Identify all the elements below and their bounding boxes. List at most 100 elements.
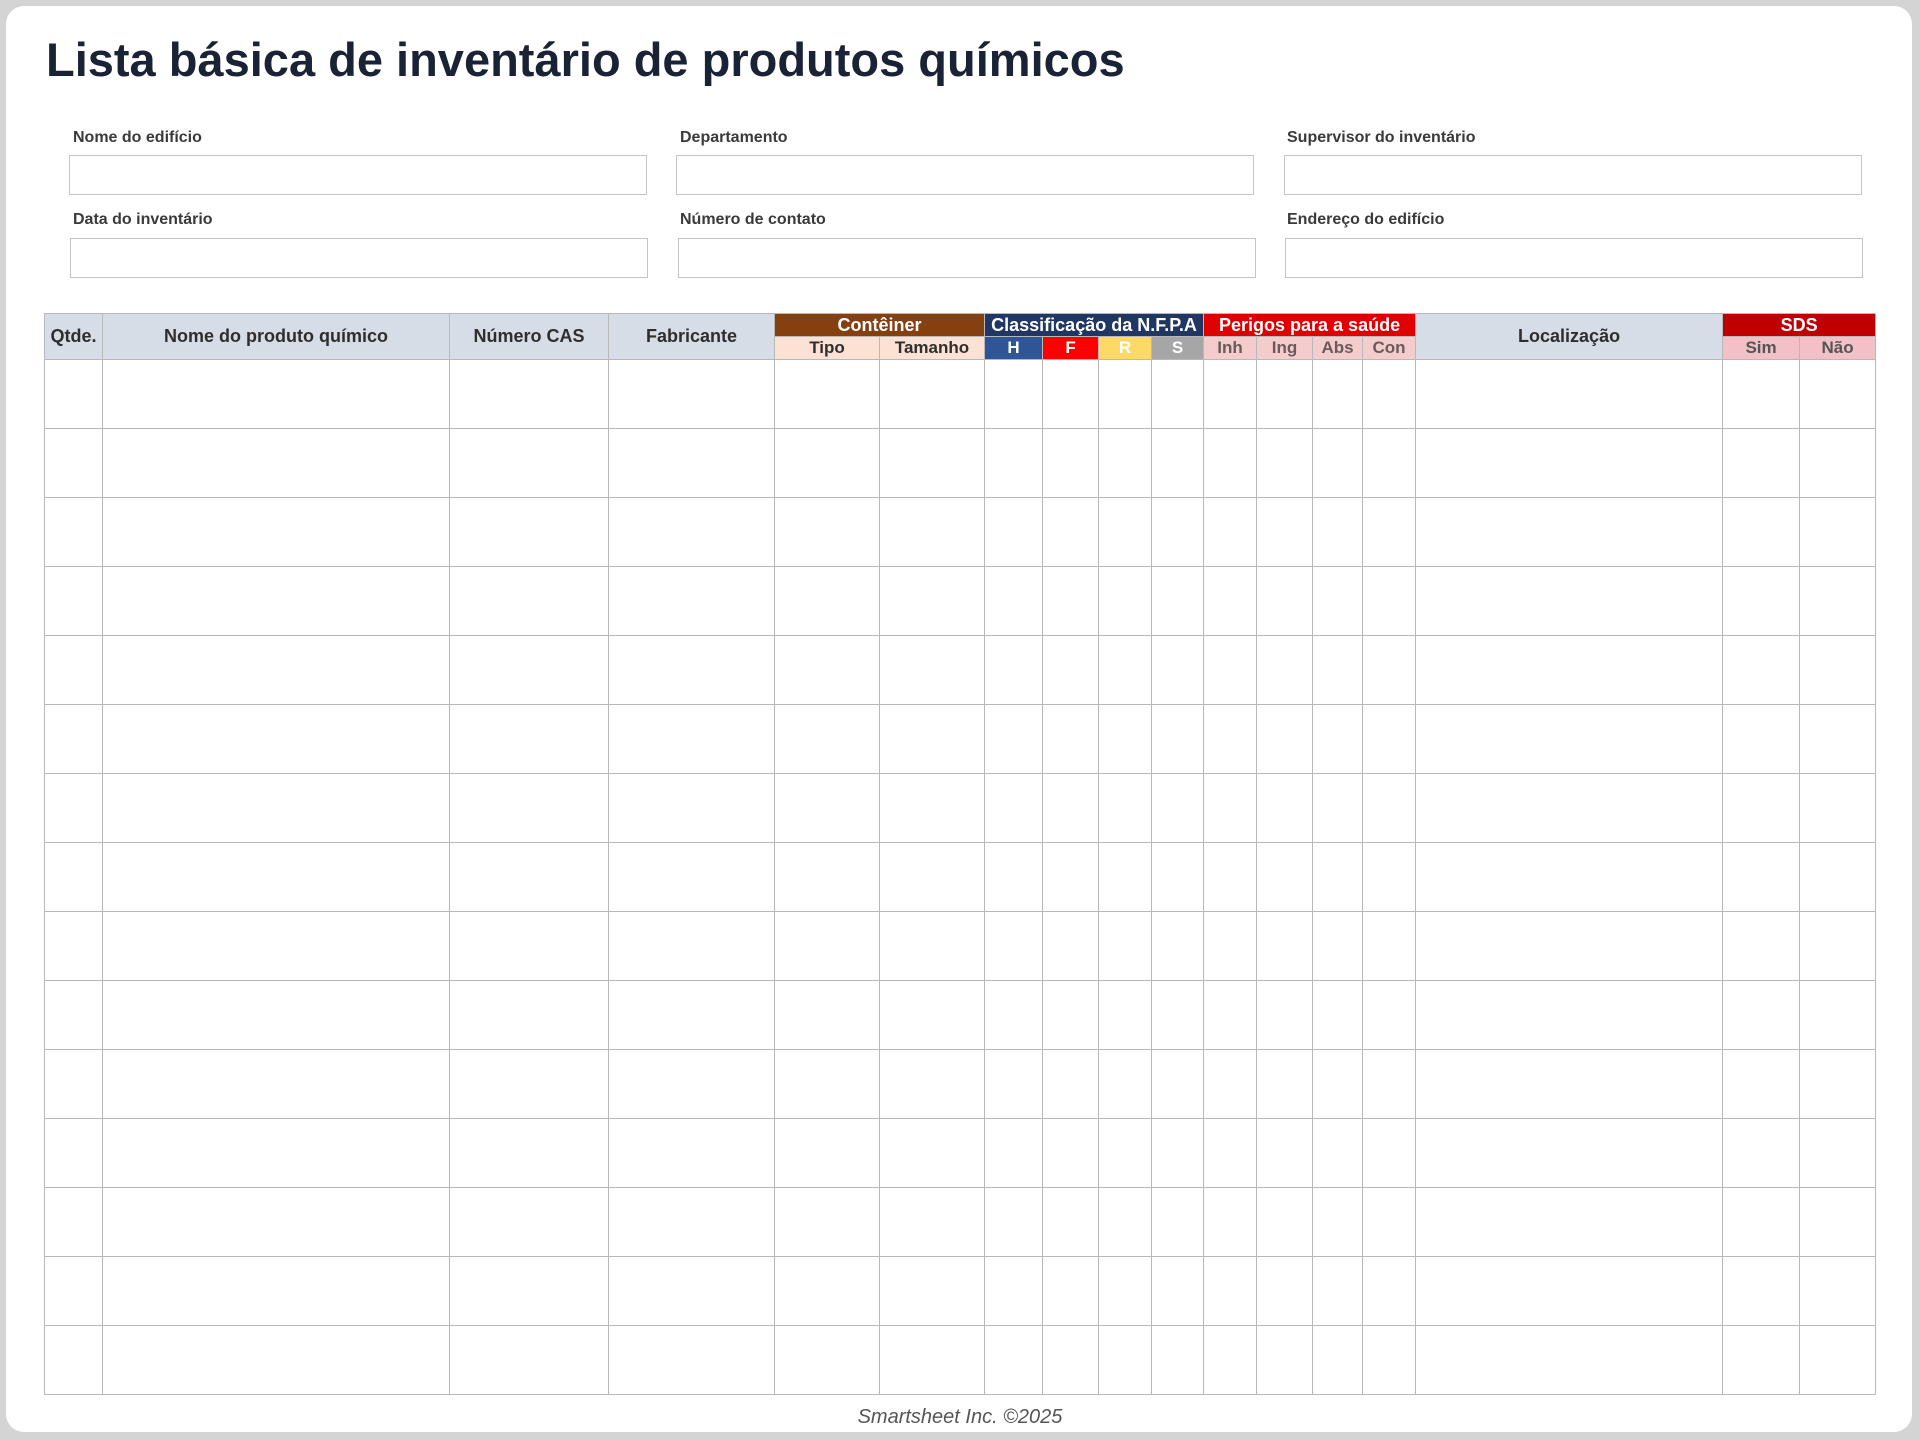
table-cell[interactable] (44, 566, 103, 636)
table-cell[interactable] (1256, 911, 1314, 981)
table-cell[interactable] (1098, 1118, 1153, 1188)
table-cell[interactable] (878, 428, 986, 498)
table-cell[interactable] (984, 359, 1044, 429)
table-cell[interactable] (878, 1256, 986, 1326)
table-cell[interactable] (1362, 1256, 1417, 1326)
table-cell[interactable] (1312, 1256, 1364, 1326)
table-cell[interactable] (1415, 428, 1724, 498)
table-cell[interactable] (608, 1325, 775, 1395)
table-cell[interactable] (44, 635, 103, 705)
table-cell[interactable] (1203, 704, 1258, 774)
table-cell[interactable] (1722, 1049, 1801, 1119)
table-cell[interactable] (878, 773, 986, 843)
table-cell[interactable] (1256, 497, 1314, 567)
table-cell[interactable] (1151, 842, 1205, 912)
table-cell[interactable] (774, 1256, 880, 1326)
table-cell[interactable] (608, 635, 775, 705)
table-cell[interactable] (44, 1187, 103, 1257)
table-cell[interactable] (1722, 1187, 1801, 1257)
table-cell[interactable] (608, 1187, 775, 1257)
table-cell[interactable] (1203, 911, 1258, 981)
table-cell[interactable] (1415, 911, 1724, 981)
table-cell[interactable] (44, 842, 103, 912)
table-cell[interactable] (1799, 704, 1877, 774)
table-cell[interactable] (1722, 635, 1801, 705)
table-cell[interactable] (984, 566, 1044, 636)
table-cell[interactable] (1799, 1118, 1877, 1188)
table-cell[interactable] (102, 1049, 450, 1119)
table-cell[interactable] (878, 1325, 986, 1395)
table-cell[interactable] (1415, 773, 1724, 843)
table-cell[interactable] (1098, 359, 1153, 429)
inventory-supervisor-field[interactable] (1284, 155, 1862, 195)
table-cell[interactable] (1362, 428, 1417, 498)
table-cell[interactable] (1415, 497, 1724, 567)
table-cell[interactable] (1362, 635, 1417, 705)
table-cell[interactable] (1722, 1325, 1801, 1395)
table-cell[interactable] (1415, 1325, 1724, 1395)
table-cell[interactable] (1362, 704, 1417, 774)
table-cell[interactable] (984, 428, 1044, 498)
table-cell[interactable] (1203, 980, 1258, 1050)
table-cell[interactable] (1256, 1118, 1314, 1188)
table-cell[interactable] (984, 1256, 1044, 1326)
table-cell[interactable] (608, 911, 775, 981)
table-cell[interactable] (1151, 1049, 1205, 1119)
table-cell[interactable] (1042, 704, 1100, 774)
table-cell[interactable] (1722, 1256, 1801, 1326)
table-cell[interactable] (774, 497, 880, 567)
table-cell[interactable] (1362, 566, 1417, 636)
table-cell[interactable] (1098, 704, 1153, 774)
table-cell[interactable] (1203, 1118, 1258, 1188)
table-cell[interactable] (1098, 497, 1153, 567)
table-cell[interactable] (1203, 1187, 1258, 1257)
table-cell[interactable] (102, 704, 450, 774)
table-cell[interactable] (44, 1256, 103, 1326)
table-cell[interactable] (984, 1325, 1044, 1395)
table-cell[interactable] (1799, 497, 1877, 567)
table-cell[interactable] (1799, 1187, 1877, 1257)
table-cell[interactable] (449, 1118, 609, 1188)
table-cell[interactable] (1151, 704, 1205, 774)
table-cell[interactable] (1151, 497, 1205, 567)
table-cell[interactable] (774, 1118, 880, 1188)
table-cell[interactable] (1098, 635, 1153, 705)
table-cell[interactable] (1042, 566, 1100, 636)
table-cell[interactable] (1362, 1187, 1417, 1257)
table-cell[interactable] (1042, 773, 1100, 843)
table-cell[interactable] (1042, 842, 1100, 912)
table-cell[interactable] (1203, 497, 1258, 567)
table-cell[interactable] (1799, 1049, 1877, 1119)
table-cell[interactable] (1098, 1325, 1153, 1395)
table-cell[interactable] (1042, 497, 1100, 567)
table-cell[interactable] (1415, 359, 1724, 429)
table-cell[interactable] (1256, 704, 1314, 774)
table-cell[interactable] (1312, 842, 1364, 912)
table-cell[interactable] (102, 635, 450, 705)
table-cell[interactable] (774, 1049, 880, 1119)
table-cell[interactable] (878, 635, 986, 705)
table-cell[interactable] (984, 842, 1044, 912)
table-cell[interactable] (102, 566, 450, 636)
table-cell[interactable] (1415, 1118, 1724, 1188)
table-cell[interactable] (1415, 1256, 1724, 1326)
table-cell[interactable] (1722, 497, 1801, 567)
table-cell[interactable] (1151, 1256, 1205, 1326)
table-cell[interactable] (1312, 1325, 1364, 1395)
table-cell[interactable] (1362, 359, 1417, 429)
table-cell[interactable] (774, 428, 880, 498)
table-cell[interactable] (984, 1187, 1044, 1257)
table-cell[interactable] (1415, 980, 1724, 1050)
table-cell[interactable] (608, 566, 775, 636)
table-cell[interactable] (44, 428, 103, 498)
table-cell[interactable] (102, 1256, 450, 1326)
table-cell[interactable] (1722, 911, 1801, 981)
table-cell[interactable] (44, 1049, 103, 1119)
table-cell[interactable] (1203, 1256, 1258, 1326)
table-cell[interactable] (608, 497, 775, 567)
table-cell[interactable] (984, 911, 1044, 981)
table-cell[interactable] (1312, 773, 1364, 843)
table-cell[interactable] (102, 911, 450, 981)
table-cell[interactable] (1722, 1118, 1801, 1188)
table-cell[interactable] (1151, 1187, 1205, 1257)
